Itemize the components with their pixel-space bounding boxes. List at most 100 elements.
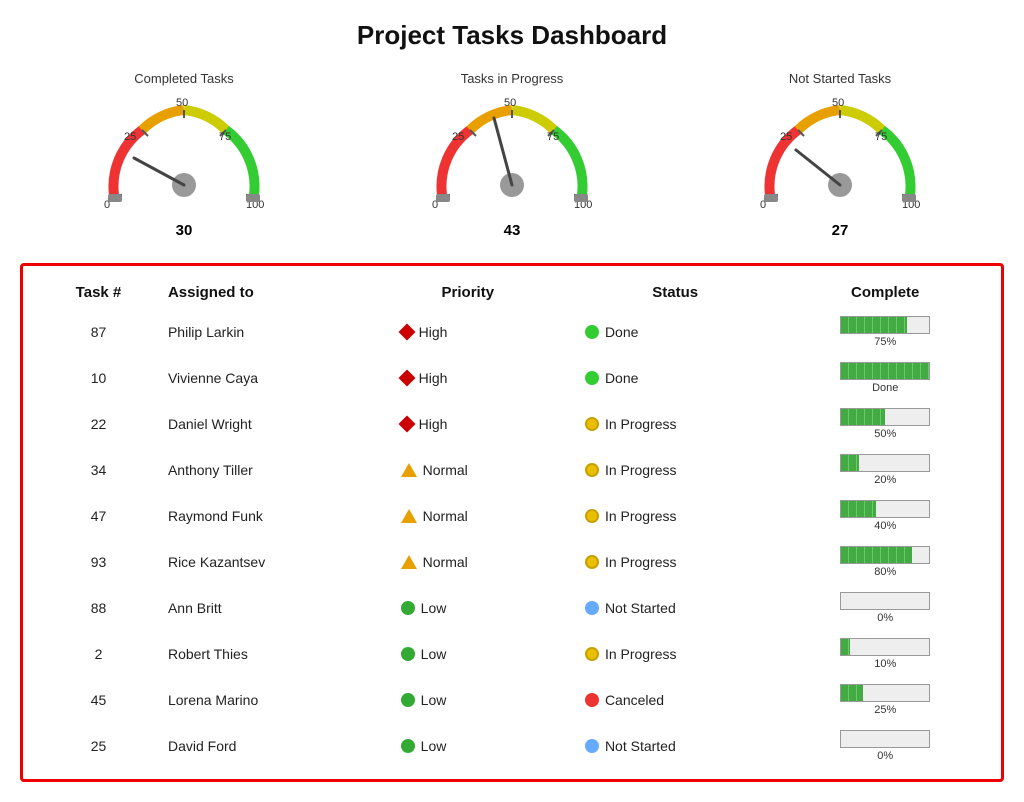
cell-complete: 80% bbox=[785, 539, 985, 585]
progress-fill bbox=[841, 547, 911, 563]
cell-complete: 0% bbox=[785, 723, 985, 769]
cell-complete: 50% bbox=[785, 401, 985, 447]
status-label: In Progress bbox=[605, 508, 677, 524]
priority-label: High bbox=[419, 324, 448, 340]
triangle-icon bbox=[401, 463, 417, 477]
cell-complete: 75% bbox=[785, 309, 985, 355]
cell-priority: Low bbox=[371, 677, 565, 723]
gauge-not-started-value: 27 bbox=[832, 222, 849, 239]
status-label: Canceled bbox=[605, 692, 664, 708]
status-dot-icon bbox=[585, 325, 599, 339]
col-header-status: Status bbox=[565, 276, 786, 309]
svg-text:25: 25 bbox=[780, 131, 792, 143]
page-title: Project Tasks Dashboard bbox=[20, 20, 1004, 51]
status-label: In Progress bbox=[605, 416, 677, 432]
triangle-icon bbox=[401, 509, 417, 523]
status-label: In Progress bbox=[605, 646, 677, 662]
cell-priority: Normal bbox=[371, 447, 565, 493]
circle-icon bbox=[401, 693, 415, 707]
progress-label: 25% bbox=[874, 704, 896, 716]
gauge-in-progress-label: Tasks in Progress bbox=[461, 71, 564, 86]
progress-label: 80% bbox=[874, 566, 896, 578]
cell-task-num: 34 bbox=[39, 447, 158, 493]
progress-bar bbox=[840, 592, 930, 610]
cell-status: In Progress bbox=[565, 631, 786, 677]
priority-label: High bbox=[419, 416, 448, 432]
svg-text:50: 50 bbox=[504, 97, 516, 109]
cell-assigned: Robert Thies bbox=[158, 631, 371, 677]
progress-bar bbox=[840, 454, 930, 472]
cell-complete: 40% bbox=[785, 493, 985, 539]
col-header-priority: Priority bbox=[371, 276, 565, 309]
status-label: Not Started bbox=[605, 600, 676, 616]
status-dot-icon bbox=[585, 463, 599, 477]
cell-assigned: Rice Kazantsev bbox=[158, 539, 371, 585]
progress-label: 0% bbox=[877, 750, 893, 762]
progress-bar bbox=[840, 684, 930, 702]
status-dot-icon bbox=[585, 647, 599, 661]
cell-assigned: Anthony Tiller bbox=[158, 447, 371, 493]
status-dot-icon bbox=[585, 693, 599, 707]
cell-complete: 20% bbox=[785, 447, 985, 493]
cell-priority: Normal bbox=[371, 539, 565, 585]
cell-assigned: David Ford bbox=[158, 723, 371, 769]
progress-bar bbox=[840, 500, 930, 518]
priority-label: Normal bbox=[423, 462, 468, 478]
status-dot-icon bbox=[585, 509, 599, 523]
gauge-not-started-label: Not Started Tasks bbox=[789, 71, 891, 86]
cell-task-num: 25 bbox=[39, 723, 158, 769]
cell-assigned: Raymond Funk bbox=[158, 493, 371, 539]
cell-status: Not Started bbox=[565, 723, 786, 769]
status-dot-icon bbox=[585, 371, 599, 385]
diamond-icon bbox=[398, 416, 415, 433]
cell-task-num: 10 bbox=[39, 355, 158, 401]
col-header-complete: Complete bbox=[785, 276, 985, 309]
svg-text:50: 50 bbox=[832, 97, 844, 109]
cell-priority: Low bbox=[371, 585, 565, 631]
triangle-icon bbox=[401, 555, 417, 569]
gauge-completed: Completed Tasks 0 50 bbox=[84, 71, 284, 239]
circle-icon bbox=[401, 739, 415, 753]
cell-assigned: Philip Larkin bbox=[158, 309, 371, 355]
svg-text:25: 25 bbox=[124, 131, 136, 143]
cell-status: Not Started bbox=[565, 585, 786, 631]
cell-priority: High bbox=[371, 355, 565, 401]
gauge-not-started: Not Started Tasks 0 50 100 25 75 bbox=[740, 71, 940, 239]
table-row: 47Raymond FunkNormalIn Progress40% bbox=[39, 493, 985, 539]
priority-label: Low bbox=[421, 600, 447, 616]
gauges-section: Completed Tasks 0 50 bbox=[20, 71, 1004, 239]
status-dot-icon bbox=[585, 601, 599, 615]
progress-bar bbox=[840, 546, 930, 564]
cell-status: In Progress bbox=[565, 493, 786, 539]
cell-status: Done bbox=[565, 355, 786, 401]
tasks-table: Task # Assigned to Priority Status Compl… bbox=[39, 276, 985, 769]
gauge-completed-value: 30 bbox=[176, 222, 193, 239]
circle-icon bbox=[401, 601, 415, 615]
cell-complete: 10% bbox=[785, 631, 985, 677]
cell-assigned: Vivienne Caya bbox=[158, 355, 371, 401]
status-label: In Progress bbox=[605, 462, 677, 478]
table-row: 10Vivienne CayaHighDoneDone bbox=[39, 355, 985, 401]
table-row: 34Anthony Tiller Normal In Progress 20% bbox=[39, 447, 985, 493]
progress-fill bbox=[841, 455, 859, 471]
table-row: 25David FordLowNot Started 0% bbox=[39, 723, 985, 769]
gauge-completed-label: Completed Tasks bbox=[134, 71, 233, 86]
priority-label: Normal bbox=[423, 554, 468, 570]
priority-label: Low bbox=[421, 692, 447, 708]
diamond-icon bbox=[398, 370, 415, 387]
tasks-table-wrapper: Task # Assigned to Priority Status Compl… bbox=[20, 263, 1004, 782]
svg-text:75: 75 bbox=[547, 131, 559, 143]
gauge-in-progress-value: 43 bbox=[504, 222, 521, 239]
col-header-task: Task # bbox=[39, 276, 158, 309]
cell-task-num: 87 bbox=[39, 309, 158, 355]
diamond-icon bbox=[398, 324, 415, 341]
cell-status: In Progress bbox=[565, 539, 786, 585]
progress-label: 50% bbox=[874, 428, 896, 440]
progress-bar bbox=[840, 408, 930, 426]
cell-complete: 25% bbox=[785, 677, 985, 723]
progress-label: Done bbox=[872, 382, 898, 394]
cell-priority: Low bbox=[371, 723, 565, 769]
cell-task-num: 47 bbox=[39, 493, 158, 539]
status-dot-icon bbox=[585, 555, 599, 569]
progress-bar bbox=[840, 730, 930, 748]
